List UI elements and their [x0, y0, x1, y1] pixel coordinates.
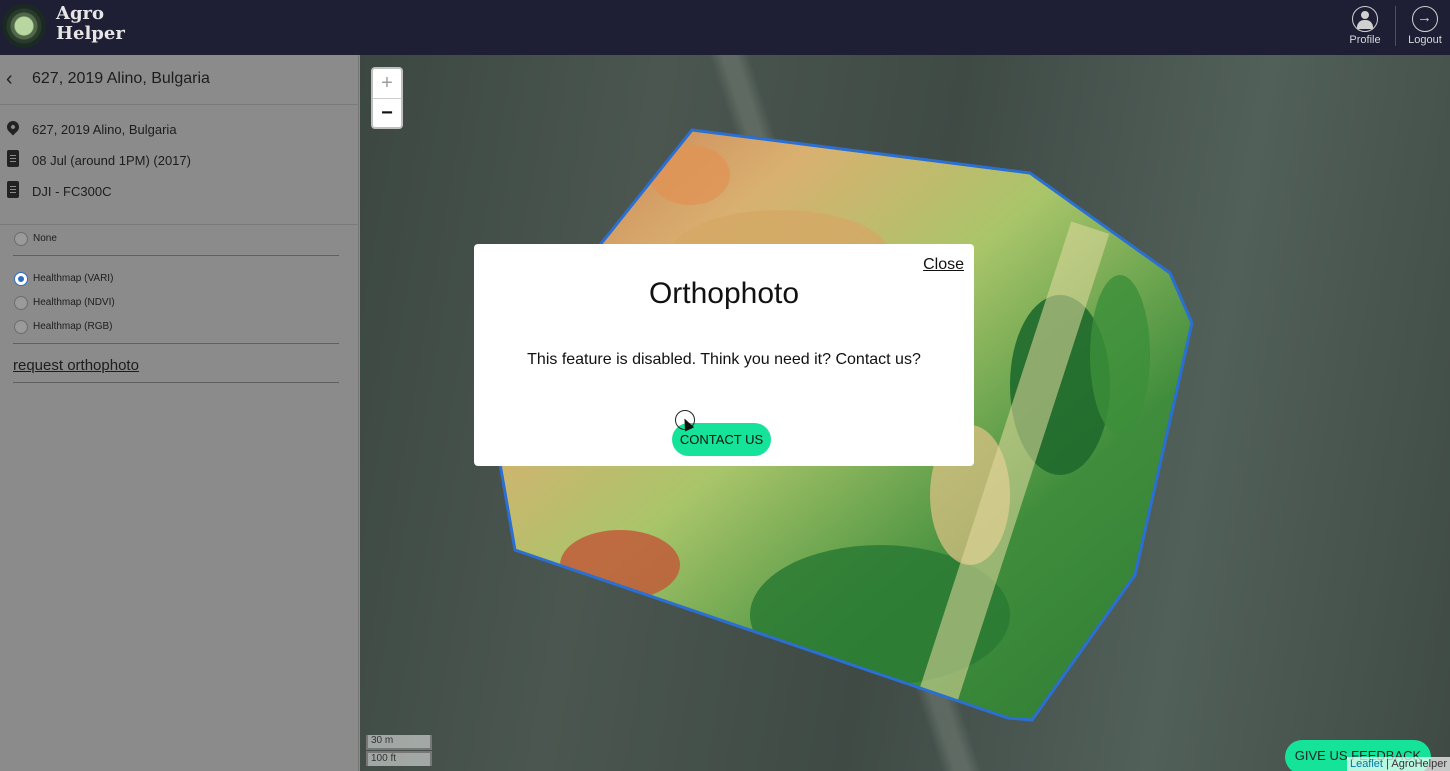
modal-title: Orthophoto [648, 277, 800, 310]
modal-message: This feature is disabled. Think you need… [527, 351, 921, 368]
orthophoto-modal: Close Orthophoto This feature is disable… [474, 244, 974, 466]
modal-close-link[interactable]: Close [923, 256, 964, 274]
